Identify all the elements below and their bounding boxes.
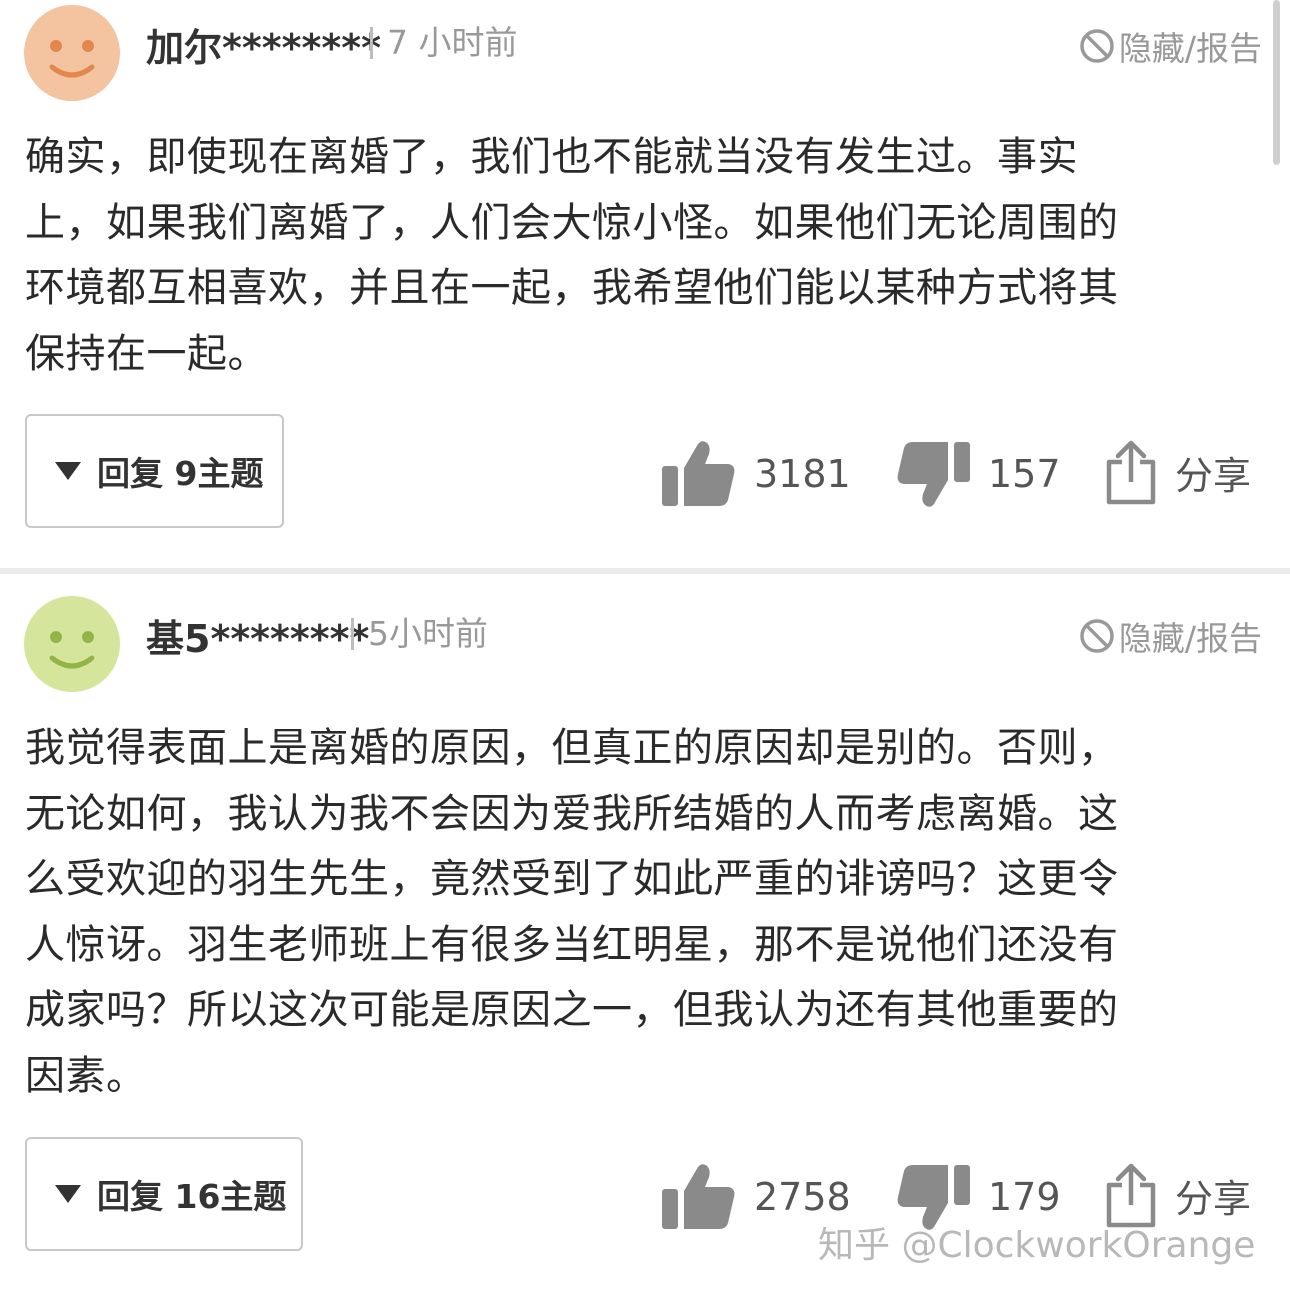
- watermark: 知乎 @ClockworkOrange: [818, 1225, 1256, 1266]
- comment-body: 我觉得表面上是离婚的原因，但真正的原因却是别的。否则， 无论如何，我认为我不会因…: [25, 716, 1255, 1110]
- hide-report-button[interactable]: 隐藏/报告: [1079, 22, 1262, 70]
- comment-line: 我觉得表面上是离婚的原因，但真正的原因却是别的。否则，: [25, 725, 1119, 771]
- thumbs-down-icon: [897, 442, 970, 507]
- hide-report-label: 隐藏/报告: [1118, 29, 1262, 68]
- view-replies-label: 回复 16主题: [97, 1177, 287, 1216]
- hide-report-button[interactable]: 隐藏/报告: [1079, 612, 1262, 660]
- avatar[interactable]: [24, 596, 120, 692]
- ban-icon: [1080, 619, 1114, 653]
- username[interactable]: 基5********: [146, 608, 369, 663]
- thumbs-up-icon: [662, 441, 735, 506]
- like-button[interactable]: 3181: [662, 440, 851, 508]
- dislike-count: 157: [988, 452, 1061, 496]
- comment-line: 因素。: [25, 1052, 147, 1099]
- comment-line: 环境都互相喜欢，并且在一起，我希望他们能以某种方式将其: [25, 265, 1119, 312]
- share-button[interactable]: 分享: [1105, 438, 1251, 506]
- comment-card: 基5******** 5小时前 隐藏/报告 我觉得表面上是离婚的原因，但真正的原…: [0, 574, 1290, 1297]
- hide-report-label: 隐藏/报告: [1118, 619, 1262, 658]
- thumbs-up-icon: [662, 1164, 735, 1229]
- avatar[interactable]: [24, 5, 120, 101]
- comment-line: 成家吗？所以这次可能是原因之一，但我认为还有其他重要的: [25, 987, 1119, 1034]
- view-replies-button[interactable]: 回复 16主题: [25, 1137, 303, 1251]
- view-replies-label: 回复 9主题: [97, 454, 264, 493]
- like-count: 2758: [754, 1175, 851, 1219]
- comment-card: 加尔******** 7 小时前 隐藏/报告 确实，即使现在离婚了，我们也不能就…: [0, 0, 1290, 568]
- like-count: 3181: [754, 452, 851, 496]
- triangle-down-icon: [55, 462, 81, 480]
- share-icon: [1106, 440, 1156, 505]
- comment-line: 人惊讶。羽生老师班上有很多当红明星，那不是说他们还没有: [25, 921, 1119, 968]
- comment-body: 确实，即使现在离婚了，我们也不能就当没有发生过。事实 上，如果我们离婚了，人们会…: [25, 125, 1255, 387]
- ban-icon: [1080, 29, 1114, 63]
- timestamp: 5小时前: [351, 617, 488, 650]
- triangle-down-icon: [55, 1185, 81, 1203]
- comment-line: 无论如何，我认为我不会因为爱我所结婚的人而考虑离婚。这: [25, 790, 1119, 837]
- timestamp: 7 小时前: [370, 26, 518, 59]
- comment-line: 上，如果我们离婚了，人们会大惊小怪。如果他们无论周围的: [25, 199, 1119, 246]
- scrollbar[interactable]: [1273, 0, 1280, 165]
- comment-line: 确实，即使现在离婚了，我们也不能就当没有发生过。事实: [25, 134, 1078, 180]
- share-label: 分享: [1175, 453, 1252, 498]
- dislike-count: 179: [988, 1175, 1061, 1219]
- dislike-button[interactable]: 157: [896, 440, 1061, 508]
- share-label: 分享: [1175, 1176, 1252, 1221]
- comment-line: 保持在一起。: [25, 330, 268, 377]
- view-replies-button[interactable]: 回复 9主题: [25, 414, 284, 528]
- comment-line: 么受欢迎的羽生先生，竟然受到了如此严重的诽谤吗？这更令: [25, 856, 1119, 903]
- username[interactable]: 加尔********: [146, 17, 381, 72]
